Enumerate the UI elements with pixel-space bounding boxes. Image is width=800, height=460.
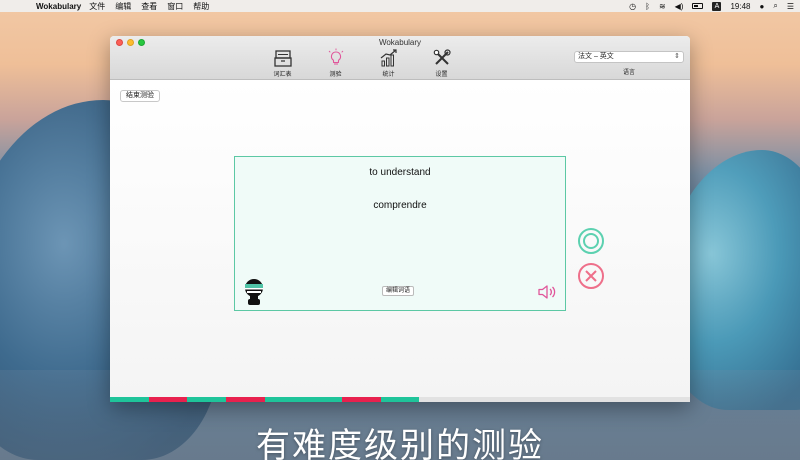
menu-file[interactable]: 文件 [89,1,105,12]
tools-icon [433,49,451,65]
progress-segment-remaining [419,397,458,402]
progress-segment-wrong [148,397,188,402]
progress-segment-remaining [496,397,536,402]
progress-segment-correct [110,397,149,402]
toolbar-settings-label: 设置 [435,72,448,78]
wrong-x-icon [578,263,604,289]
toolbar-settings-button[interactable]: 设置 [415,48,468,78]
window-title: Wokabulary [378,38,422,47]
edit-word-button[interactable]: 编辑词语 [382,286,415,296]
app-window: Wokabulary 词汇表 测验 统计 设置 法文 – 英文 ⇕ 语言 结束测… [110,36,690,402]
clock[interactable]: 19:48 [730,2,750,11]
progress-segment-correct [303,397,342,402]
quiz-translation: comprendre [373,200,427,211]
input-source-icon[interactable]: A [712,1,722,11]
toolbar-statistics-button[interactable]: 统计 [362,48,415,78]
promo-caption: 有难度级别的测验 [256,427,544,460]
toolbar-quiz-button[interactable]: 测验 [309,48,362,78]
progress-segment-remaining [612,397,652,402]
spotlight-search-icon[interactable]: ⌕ [773,1,777,11]
wifi-icon[interactable]: ≋ [659,2,666,11]
title-bar: Wokabulary 词汇表 测验 统计 设置 法文 – 英文 ⇕ 语言 [110,36,690,80]
vocabulary-box-icon [273,50,292,67]
lightbulb-icon [328,48,343,65]
difficulty-mascot-icon [243,278,265,311]
updown-chevron-icon: ⇕ [674,53,680,60]
quiz-area: 结束测验 to understand comprendre 编辑词语 [110,80,690,402]
progress-segment-wrong [225,397,265,402]
progress-segment-wrong [341,397,381,402]
toolbar: 词汇表 测验 统计 设置 [256,48,468,78]
speaker-icon[interactable] [538,284,558,305]
menu-bar: Wokabulary 文件 编辑 查看 窗口 帮助 ◷ ᛒ ≋ ◀) A 19:… [0,0,800,12]
menu-help[interactable]: 帮助 [193,1,209,12]
toolbar-quiz-label: 测验 [329,72,342,78]
progress-segment-correct [264,397,304,402]
progress-segment-correct [380,397,420,402]
language-select[interactable]: 法文 – 英文 ⇕ [574,51,684,63]
progress-segment-correct [187,397,226,402]
language-label: 语言 [622,70,635,76]
flashcard: to understand comprendre 编辑词语 [234,156,566,311]
notification-center-icon[interactable]: ☰ [787,2,794,11]
menu-edit[interactable]: 编辑 [115,1,131,12]
volume-icon[interactable]: ◀) [675,2,684,11]
user-icon[interactable]: ● [760,2,765,11]
menu-window[interactable]: 窗口 [167,1,183,12]
time-machine-icon[interactable]: ◷ [629,2,636,11]
language-group: 法文 – 英文 ⇕ 语言 [574,51,684,76]
toolbar-statistics-label: 统计 [382,72,395,78]
end-quiz-button[interactable]: 结束测验 [120,90,160,102]
progress-segment-remaining [457,397,497,402]
menu-view[interactable]: 查看 [141,1,157,12]
correct-circle-icon [578,228,604,254]
progress-segment-remaining [535,397,574,402]
bluetooth-icon[interactable]: ᛒ [645,2,650,11]
menu-app-name[interactable]: Wokabulary [36,2,81,11]
answer-correct-button[interactable] [577,227,605,260]
progress-segment-remaining [651,397,690,402]
status-area: ◷ ᛒ ≋ ◀) A 19:48 ● ⌕ ☰ [620,1,794,11]
chart-icon [380,49,397,67]
battery-icon[interactable] [692,2,704,11]
toolbar-vocabulary-label: 词汇表 [273,72,292,78]
language-select-value: 法文 – 英文 [578,53,614,60]
progress-segment-remaining [573,397,613,402]
answer-wrong-button[interactable] [577,262,605,295]
toolbar-vocabulary-button[interactable]: 词汇表 [256,48,309,78]
quiz-term: to understand [369,167,431,178]
quiz-progress-bar [110,397,690,402]
